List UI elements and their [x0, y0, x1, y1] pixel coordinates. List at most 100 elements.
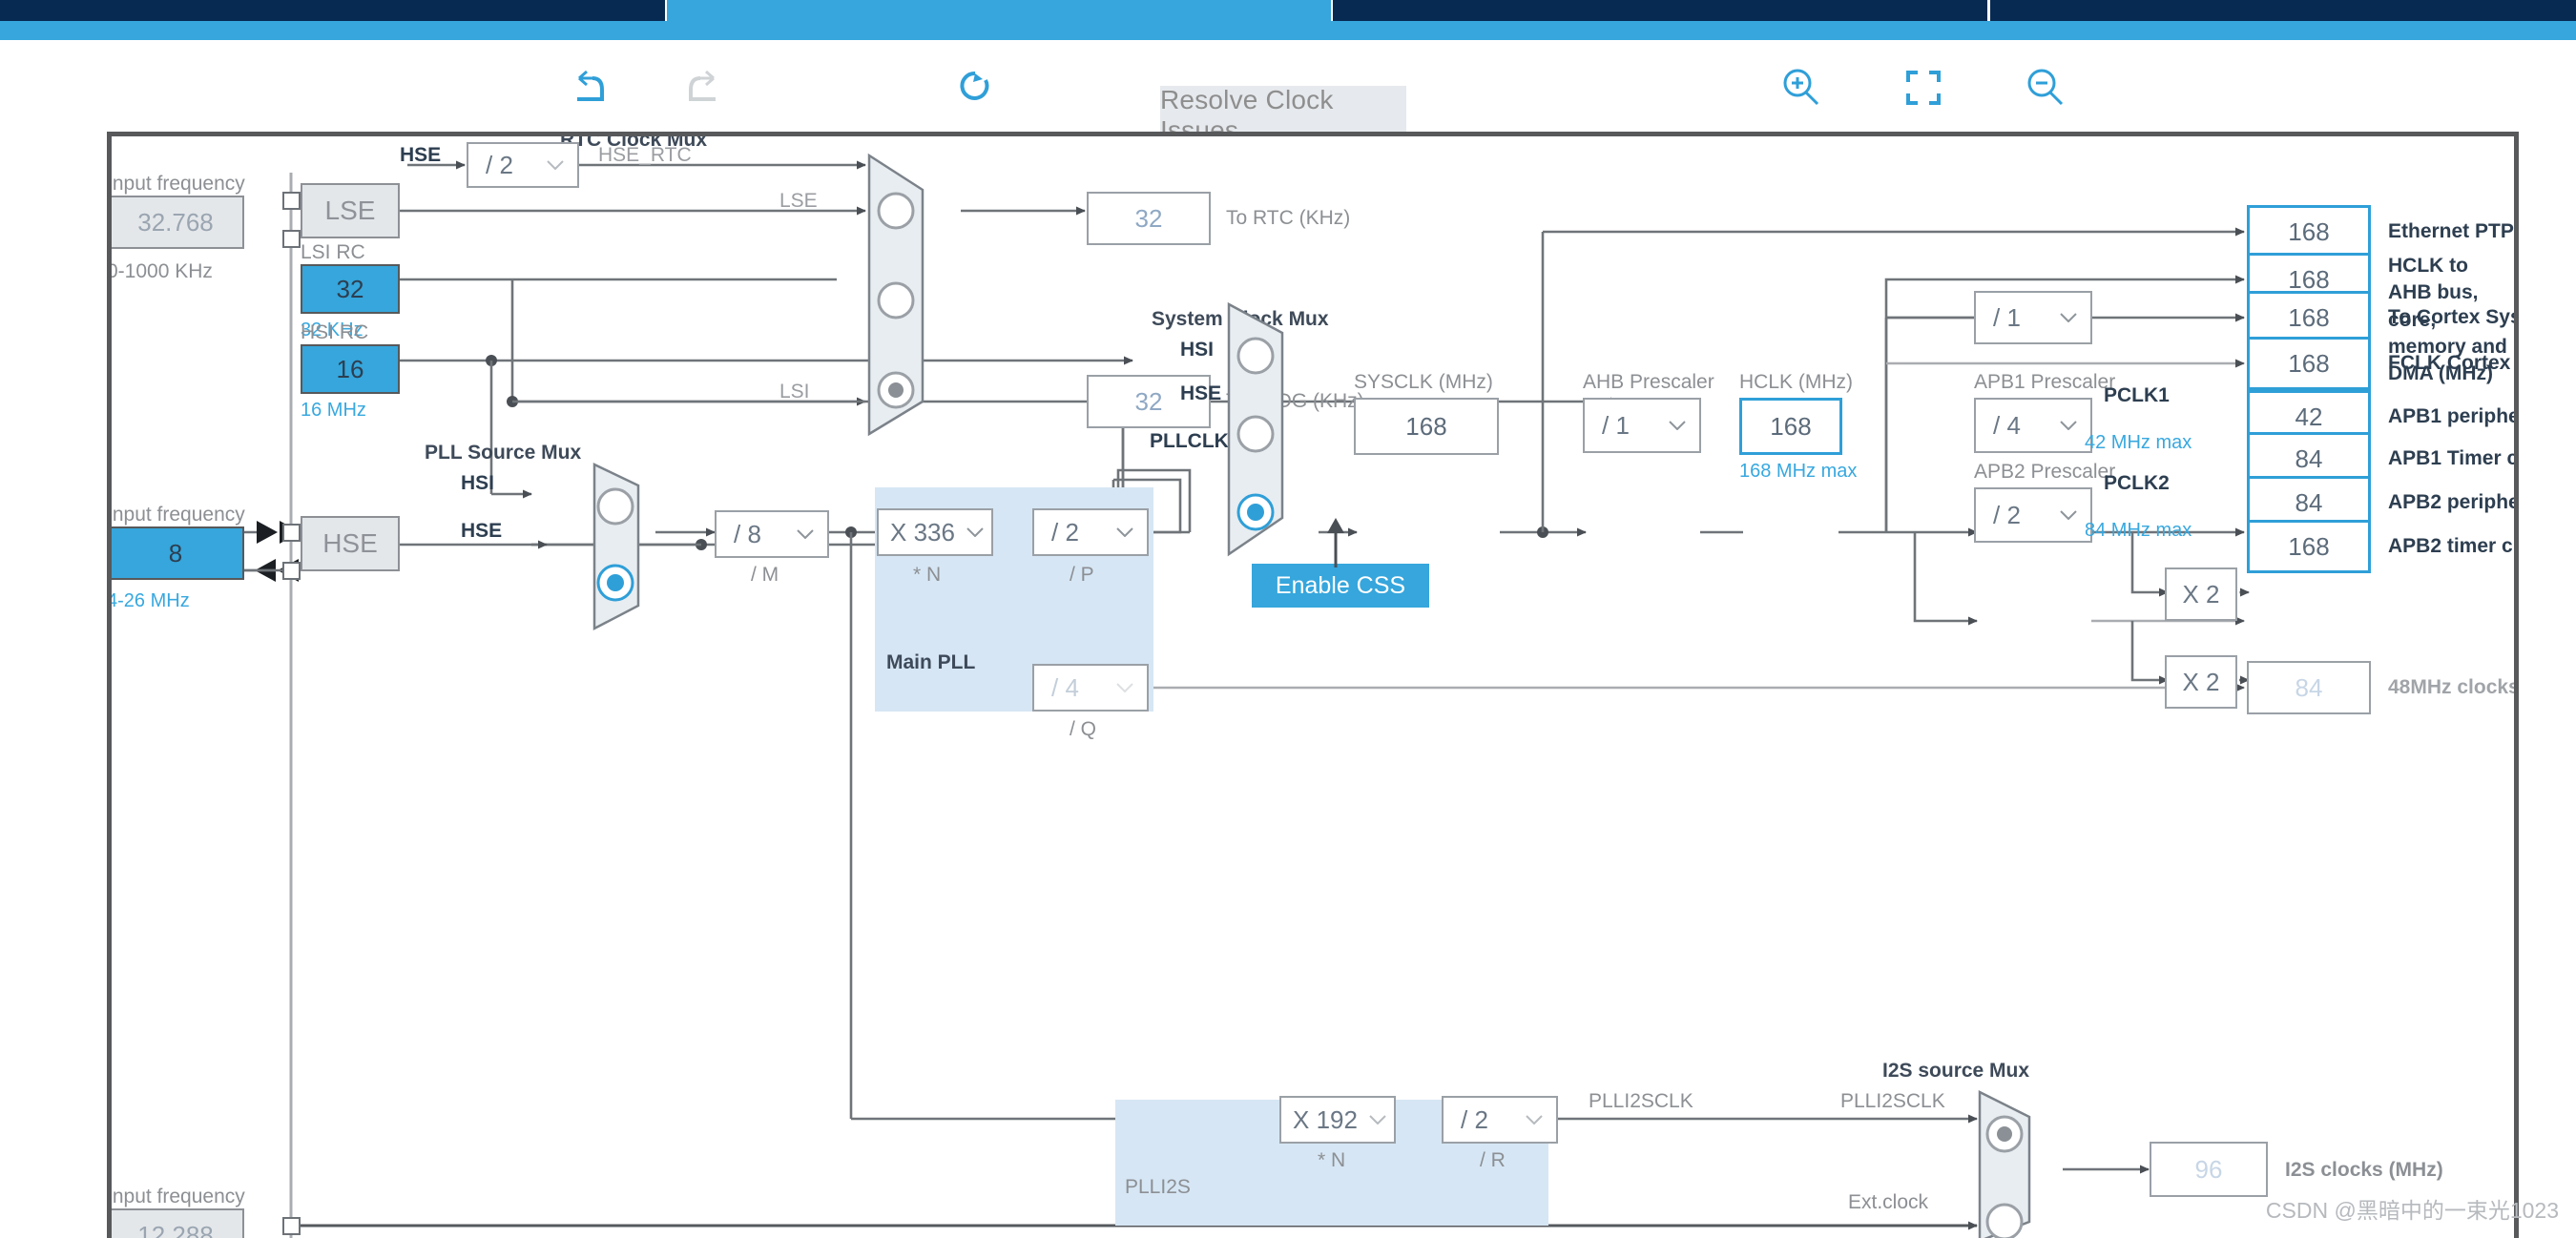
clock-toolbar: Resolve Clock Issues — [0, 40, 2576, 128]
chevron-down-icon — [547, 160, 564, 170]
sysclk-caption: SYSCLK (MHz) — [1354, 371, 1493, 393]
lsi-rc-value[interactable]: 32 — [301, 264, 400, 314]
pclk2-max-label: 84 MHz max — [2085, 520, 2192, 541]
apb2-prescaler-select[interactable]: / 2 — [1974, 487, 2092, 543]
apb1-timer-multiplier: X 2 — [2165, 567, 2237, 621]
sysclk-mux-pllclk-label: PLLCLK — [1150, 430, 1229, 452]
active-window-tab[interactable] — [665, 0, 1333, 21]
system-clock-mux[interactable] — [1223, 300, 1328, 558]
lse-oscillator[interactable]: LSE — [301, 183, 400, 238]
hclk-value[interactable]: 168 — [1739, 398, 1842, 455]
spine-pin-i2s-ext — [282, 1217, 301, 1235]
rtc-clock-mux[interactable] — [863, 152, 968, 438]
output-apb2-peripheral-clocks-label: APB2 peripheral clocks (MHz) — [2388, 491, 2519, 513]
pll-q-value: / 4 — [1051, 673, 1079, 703]
spine-pin-lse-top — [282, 192, 301, 210]
plli2sclk-signal-label: PLLI2SCLK — [1589, 1090, 1693, 1112]
fit-to-screen-icon[interactable] — [1897, 61, 1950, 114]
spine-pin-lse-bot — [282, 230, 301, 248]
plli2s-n-caption: * N — [1318, 1149, 1345, 1171]
plli2s-n-value: X 192 — [1293, 1105, 1358, 1135]
chevron-down-icon — [1669, 421, 1686, 430]
hse-rtc-divider-select[interactable]: / 2 — [467, 142, 579, 188]
enable-css-button[interactable]: Enable CSS — [1252, 564, 1429, 608]
pll-q-divider-select[interactable]: / 4 — [1032, 664, 1149, 712]
ahb-prescaler-select[interactable]: / 1 — [1583, 398, 1701, 453]
chevron-down-icon — [2060, 421, 2077, 430]
hse-oscillator[interactable]: HSE — [301, 516, 400, 571]
pll-n-caption: * N — [913, 564, 941, 586]
pll-n-multiplier-select[interactable]: X 336 — [877, 508, 993, 556]
tab-divider — [1987, 0, 1990, 21]
chevron-down-icon — [1369, 1115, 1386, 1125]
plli2s-r-divider-select[interactable]: / 2 — [1442, 1096, 1558, 1144]
pclk2-label: PCLK2 — [2104, 472, 2170, 494]
i2s-mux-plli2sclk-label: PLLI2SCLK — [1840, 1090, 1945, 1112]
hse-rtc-signal-label: HSE_RTC — [598, 144, 692, 166]
rtc-mux-lse-label: LSE — [779, 190, 818, 212]
pll-mux-hse-label: HSE — [461, 520, 502, 542]
pll-m-value: / 8 — [734, 520, 761, 549]
ahb-prescaler-value: / 1 — [1602, 411, 1630, 441]
apb1-prescaler-select[interactable]: / 4 — [1974, 398, 2092, 453]
chevron-down-icon — [966, 527, 984, 537]
sysclk-mux-hse-label: HSE — [1180, 382, 1221, 404]
plli2s-n-multiplier-select[interactable]: X 192 — [1279, 1096, 1396, 1144]
i2s-ext-input-frequency-field[interactable]: 12.288 — [107, 1208, 244, 1238]
hsi-rc-unit: 16 MHz — [301, 400, 366, 421]
pclk1-label: PCLK1 — [2104, 384, 2170, 406]
chevron-down-icon — [2060, 313, 2077, 322]
i2s-mux-ext-clock-label: Ext.clock — [1848, 1191, 1928, 1213]
apb2-prescaler-caption: APB2 Prescaler — [1974, 461, 2115, 483]
pll-p-caption: / P — [1070, 564, 1094, 586]
reset-icon[interactable] — [949, 61, 1003, 114]
cortex-prescaler-value: / 1 — [1993, 303, 2021, 333]
hsi-rc-value[interactable]: 16 — [301, 344, 400, 394]
apb1-prescaler-caption: APB1 Prescaler — [1974, 371, 2115, 393]
output-ethernet-ptp-clock-label: Ethernet PTP clock (MHz) — [2388, 220, 2519, 242]
cortex-system-timer-prescaler-select[interactable]: / 1 — [1974, 291, 2092, 344]
plli2s-r-caption: / R — [1480, 1149, 1506, 1171]
clock-configuration-diagram: Input frequency 32.768 0-1000 KHz LSE LS… — [107, 132, 2519, 1238]
pll-n-value: X 336 — [890, 518, 955, 547]
output-ethernet-ptp-clock-value[interactable]: 168 — [2247, 205, 2371, 258]
to-rtc-value[interactable]: 32 — [1087, 192, 1211, 245]
chevron-down-icon — [1116, 527, 1133, 537]
spine-pin-hse-bot — [282, 562, 301, 580]
lse-input-frequency-field[interactable]: 32.768 — [107, 196, 244, 249]
output-fclk-cortex-clock-label: FCLK Cortex clock (MHz) — [2388, 352, 2519, 374]
pll-source-mux[interactable] — [589, 461, 675, 632]
plli2s-region-label: PLLI2S — [1125, 1176, 1191, 1198]
zoom-out-icon[interactable] — [2019, 61, 2072, 114]
sysclk-value[interactable]: 168 — [1354, 398, 1499, 455]
apb2-timer-multiplier: X 2 — [2165, 655, 2237, 709]
pll-p-divider-select[interactable]: / 2 — [1032, 508, 1149, 556]
pll-m-divider-select[interactable]: / 8 — [715, 510, 829, 558]
undo-icon[interactable] — [559, 61, 613, 114]
rtc-mux-hse-label: HSE — [400, 144, 441, 166]
output-fclk-cortex-clock-value[interactable]: 168 — [2247, 337, 2371, 390]
hse-input-frequency-field[interactable]: 8 — [107, 526, 244, 580]
plli2s-r-value: / 2 — [1461, 1105, 1488, 1135]
to-rtc-label: To RTC (KHz) — [1226, 207, 1350, 229]
pll-m-caption: / M — [751, 564, 779, 586]
hsi-rc-heading: HSI RC — [301, 321, 368, 343]
hclk-caption: HCLK (MHz) — [1739, 371, 1853, 393]
lse-input-frequency-label: Input frequency — [107, 173, 245, 195]
rtc-mux-lsi-label: LSI — [779, 381, 810, 402]
output-48mhz-clocks-value[interactable]: 84 — [2247, 661, 2371, 714]
output-48mhz-clocks-label: 48MHz clocks (MHz) — [2388, 676, 2519, 698]
zoom-in-icon[interactable] — [1775, 61, 1828, 114]
i2s-source-mux-title: I2S source Mux — [1882, 1060, 2029, 1082]
ahb-prescaler-caption: AHB Prescaler — [1583, 371, 1714, 393]
output-apb2-timer-clocks-value[interactable]: 168 — [2247, 520, 2371, 573]
lse-input-range: 0-1000 KHz — [107, 260, 213, 282]
css-arrow-icon — [1321, 516, 1350, 567]
main-pll-region-label: Main PLL — [886, 651, 975, 673]
i2s-clocks-value[interactable]: 96 — [2150, 1142, 2268, 1197]
i2s-source-mux[interactable] — [1974, 1088, 2069, 1238]
window-accent-bar — [0, 21, 2576, 40]
csdn-watermark: CSDN @黑暗中的一束光1023 — [2266, 1192, 2559, 1225]
chevron-down-icon — [1526, 1115, 1543, 1125]
hse-input-range: 4-26 MHz — [107, 590, 190, 611]
